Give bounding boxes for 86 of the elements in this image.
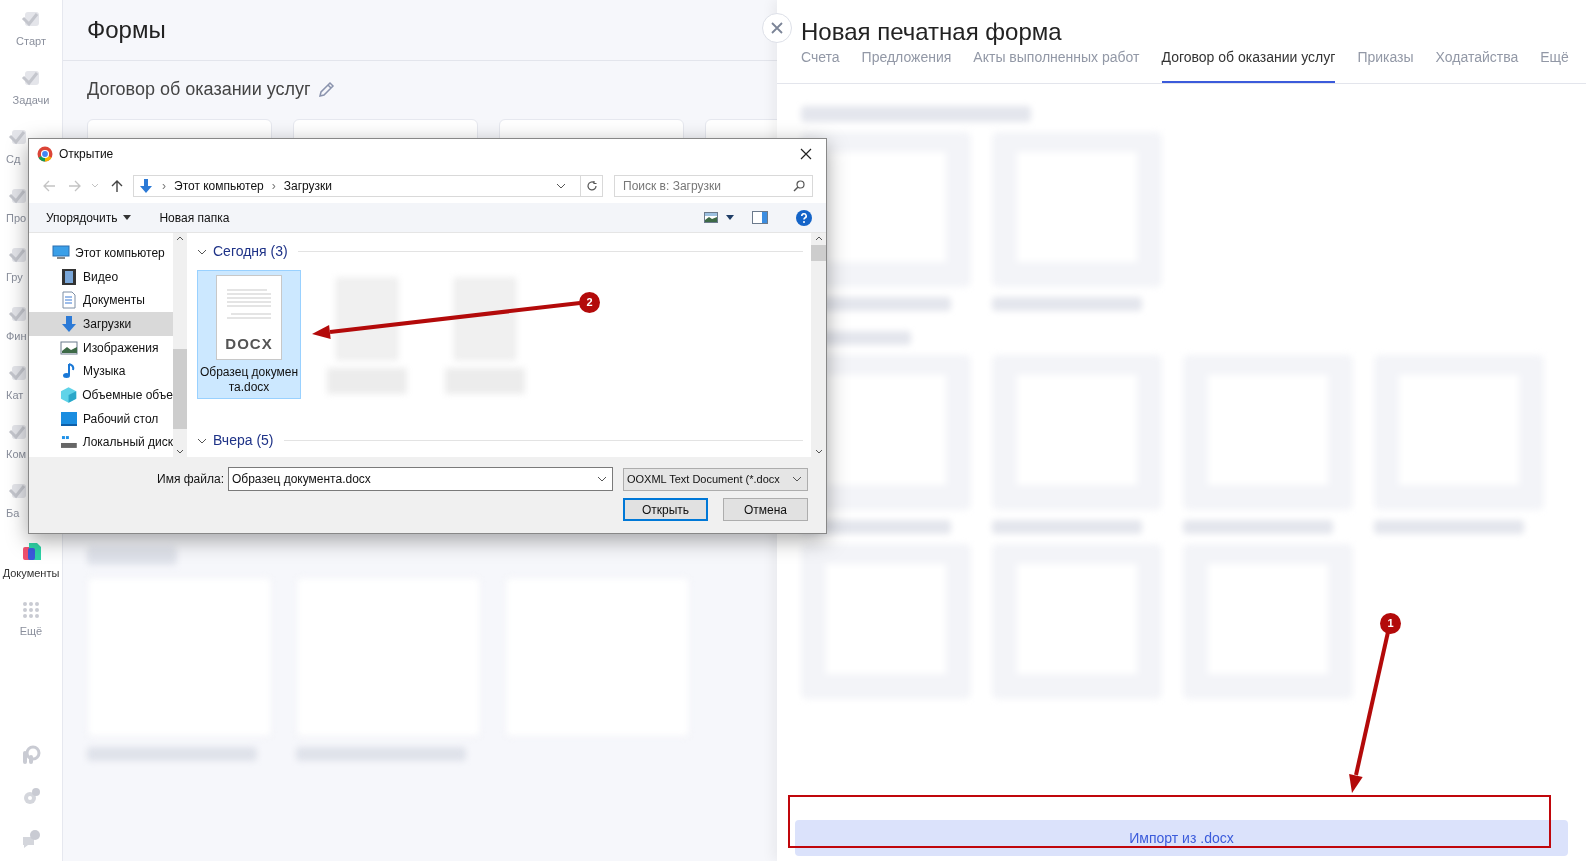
monitor-icon: [52, 243, 70, 262]
refresh-icon: [585, 180, 598, 192]
sidebar-label[interactable]: Документы: [2, 564, 60, 582]
chevron-down-icon: [176, 449, 184, 454]
close-icon: [800, 148, 812, 160]
import-button[interactable]: Импорт из .docx: [795, 820, 1568, 856]
section-title: Договор об оказании услуг: [87, 78, 311, 101]
chevron-down-icon: [197, 248, 207, 255]
up-arrow-icon: [110, 179, 124, 193]
scrollbar-thumb[interactable]: [811, 245, 826, 261]
pencil-icon: [316, 80, 335, 99]
dropdown-triangle-icon: [123, 215, 132, 220]
nav-item-label: Объемные объе: [82, 386, 173, 404]
tab[interactable]: Договор об оказании услуг: [1161, 46, 1336, 83]
nav-item[interactable]: Локальный диск: [29, 430, 173, 455]
back-arrow-icon: [42, 179, 56, 193]
view-button[interactable]: [704, 212, 734, 223]
dialog-title: Открытие: [59, 146, 114, 163]
filename-label: Имя файла:: [157, 471, 224, 488]
path-segment[interactable]: Этот компьютер: [174, 177, 264, 195]
nav-item-label: Локальный диск: [82, 434, 173, 452]
file-tile[interactable]: DOCX Образец документа.docx: [197, 270, 301, 399]
settings-icon: [21, 787, 41, 807]
image-view-icon: [704, 212, 718, 223]
document-icon: [60, 291, 78, 310]
film-icon: [60, 267, 78, 286]
nav-item[interactable]: Музыка: [29, 359, 173, 384]
scrollbar-thumb[interactable]: [173, 349, 187, 429]
file-type-dropdown[interactable]: OOXML Text Document (*.docx: [623, 467, 808, 491]
path-segment[interactable]: Загрузки: [283, 177, 333, 195]
help-button[interactable]: [796, 209, 812, 226]
download-arrow-icon: [138, 178, 154, 194]
panel-title: Новая печатная форма: [800, 17, 1063, 46]
nav-item[interactable]: Видео: [29, 264, 173, 289]
nav-item-label: Изображения: [83, 339, 159, 357]
chat-icon: [21, 829, 41, 849]
chevron-down-icon: [596, 476, 607, 482]
forward-arrow-icon: [68, 179, 82, 193]
open-button[interactable]: Открыть: [623, 498, 708, 521]
pane-icon: [752, 211, 768, 224]
close-icon: [771, 22, 783, 34]
nav-item[interactable]: Загрузки: [29, 312, 173, 336]
file-name: Образец документа.docx: [199, 365, 299, 395]
chevron-down-icon: [814, 449, 823, 454]
nav-item[interactable]: Рабочий стол: [29, 406, 173, 431]
search-field[interactable]: Поиск в: Загрузки: [614, 175, 813, 197]
search-icon: [793, 180, 805, 192]
path-separator: ›: [162, 178, 166, 195]
chevron-down-icon: [197, 437, 207, 444]
file-type-label: DOCX: [225, 333, 273, 354]
chevron-down-icon: [91, 183, 99, 189]
nav-item-label: Музыка: [83, 363, 126, 381]
organize-menu-button[interactable]: Упорядочить: [46, 208, 132, 227]
brand-mark-icon: [21, 745, 41, 765]
nav-item-label: Видео: [83, 268, 119, 286]
chevron-up-icon: [176, 236, 184, 241]
nav-item-label: Загрузки: [83, 315, 132, 333]
preview-pane-button[interactable]: [752, 211, 768, 224]
dots-grid-icon: [21, 599, 41, 620]
scrollbar[interactable]: [173, 233, 187, 457]
address-bar[interactable]: › Этот компьютер › Загрузки: [133, 175, 603, 197]
nav-item[interactable]: Изображения: [29, 335, 173, 360]
chevron-up-icon: [814, 236, 823, 241]
help-icon: [796, 209, 812, 226]
new-folder-button[interactable]: Новая папка: [159, 208, 230, 227]
chevron-down-icon: [556, 183, 566, 189]
chevron-down-icon: [792, 476, 802, 482]
nav-item-label: Документы: [83, 292, 145, 310]
download-arrow-icon: [60, 314, 78, 333]
image-icon: [60, 338, 78, 357]
path-separator: ›: [271, 178, 276, 195]
dropdown-triangle-icon: [726, 215, 734, 220]
group-header[interactable]: Вчера (5): [197, 430, 803, 451]
cancel-button[interactable]: Отмена: [723, 498, 808, 521]
nav-item[interactable]: Этот компьютер: [29, 241, 173, 265]
group-header[interactable]: Сегодня (3): [197, 241, 803, 262]
scrollbar[interactable]: [811, 233, 826, 457]
page-title: Формы: [87, 15, 166, 45]
desktop-icon: [60, 409, 78, 428]
filename-field[interactable]: Образец документа.docx: [227, 467, 613, 491]
cube-icon: [60, 385, 78, 404]
nav-item-label: Рабочий стол: [83, 410, 159, 428]
nav-item[interactable]: Документы: [29, 288, 173, 313]
nav-item-label: Этот компьютер: [75, 244, 165, 262]
app-logo-icon: [37, 146, 53, 162]
nav-item[interactable]: Объемные объе: [29, 383, 173, 407]
